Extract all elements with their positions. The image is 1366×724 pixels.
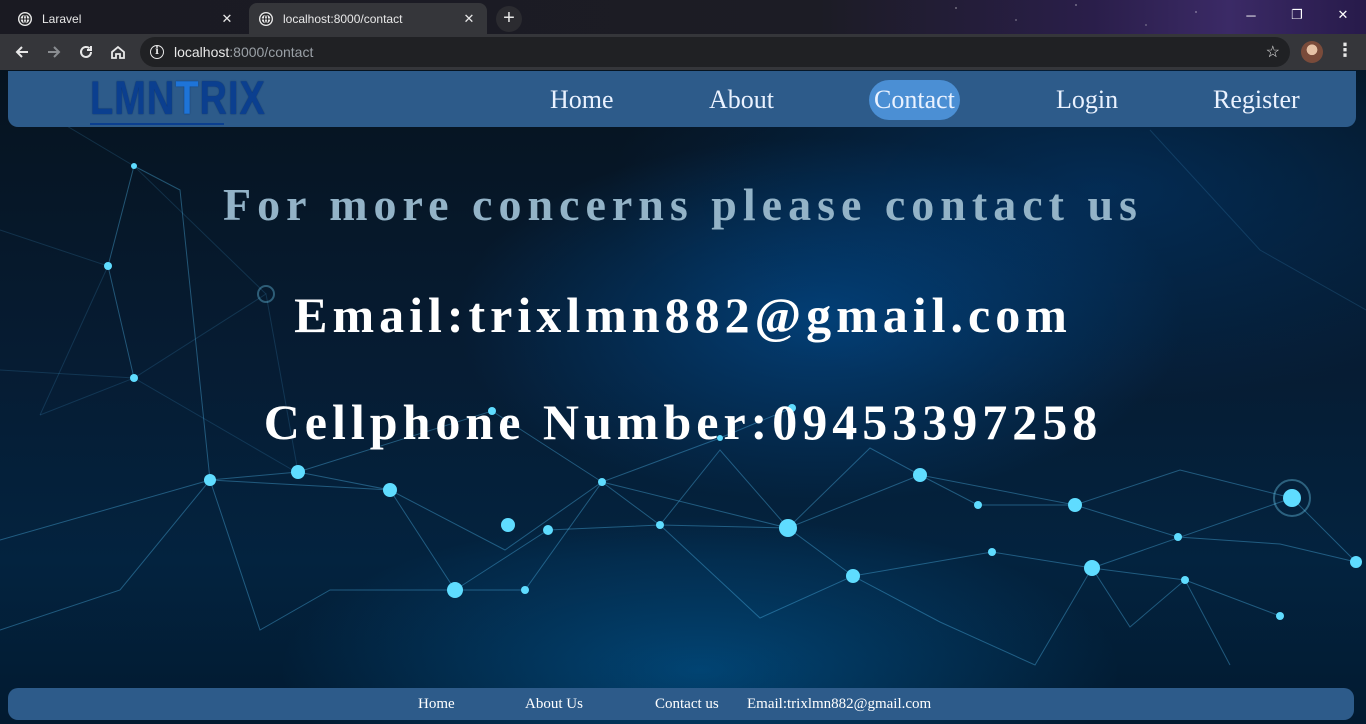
- globe-icon: [18, 11, 32, 26]
- close-window-icon[interactable]: ✕: [1320, 0, 1366, 30]
- nav-login-link[interactable]: Login: [1051, 80, 1123, 120]
- url-path: :8000/contact: [229, 44, 314, 60]
- footer-about-link[interactable]: About Us: [525, 696, 583, 713]
- nav-links: Home About Contact Login Register: [8, 71, 1356, 127]
- nav-about-link[interactable]: About: [704, 80, 779, 120]
- browser-toolbar: i localhost :8000/contact ☆ ⋮: [0, 34, 1366, 70]
- star-icon[interactable]: ☆: [1266, 42, 1280, 62]
- nav-register-link[interactable]: Register: [1208, 80, 1305, 120]
- close-tab-icon[interactable]: ✕: [219, 11, 235, 27]
- tab-title: localhost:8000/contact: [283, 11, 403, 26]
- close-tab-icon[interactable]: ✕: [461, 11, 477, 27]
- browser-tab-laravel[interactable]: Laravel ✕: [8, 3, 245, 34]
- footer-home-link[interactable]: Home: [418, 696, 455, 713]
- tab-title: Laravel: [42, 11, 82, 26]
- home-icon[interactable]: [104, 38, 132, 66]
- reload-icon[interactable]: [72, 38, 100, 66]
- profile-avatar[interactable]: [1301, 41, 1323, 63]
- nav-contact-link[interactable]: Contact: [869, 80, 960, 120]
- forward-icon[interactable]: [40, 38, 68, 66]
- titlebar-background-stars: [936, 0, 1236, 34]
- info-icon[interactable]: i: [150, 45, 164, 59]
- nav-home-link[interactable]: Home: [545, 80, 619, 120]
- site-footer: Home About Us Contact us Email:trixlmn88…: [8, 688, 1354, 720]
- footer-contact-link[interactable]: Contact us: [655, 696, 719, 713]
- kebab-menu-icon[interactable]: ⋮: [1336, 42, 1354, 62]
- site-navbar: LMNTRIX Home About Contact Login Registe…: [8, 71, 1356, 127]
- contact-phone: Cellphone Number:09453397258: [263, 394, 1103, 450]
- new-tab-button[interactable]: +: [496, 6, 522, 32]
- browser-titlebar: Laravel ✕ localhost:8000/contact ✕ + ─ ❐…: [0, 0, 1366, 34]
- url-host: localhost: [174, 44, 230, 60]
- globe-icon: [259, 11, 273, 26]
- browser-tab-contact[interactable]: localhost:8000/contact ✕: [249, 3, 487, 34]
- back-icon[interactable]: [8, 38, 36, 66]
- restore-icon[interactable]: ❐: [1274, 0, 1320, 30]
- contact-headline: For more concerns please contact us: [223, 179, 1143, 230]
- page-content: LMNTRIX Home About Contact Login Registe…: [0, 70, 1366, 724]
- minimize-icon[interactable]: ─: [1228, 0, 1274, 30]
- address-bar[interactable]: i localhost :8000/contact ☆: [140, 37, 1290, 67]
- footer-email: Email:trixlmn882@gmail.com: [747, 696, 932, 712]
- window-controls: ─ ❐ ✕: [1228, 0, 1366, 30]
- contact-email: Email:trixlmn882@gmail.com: [294, 287, 1072, 343]
